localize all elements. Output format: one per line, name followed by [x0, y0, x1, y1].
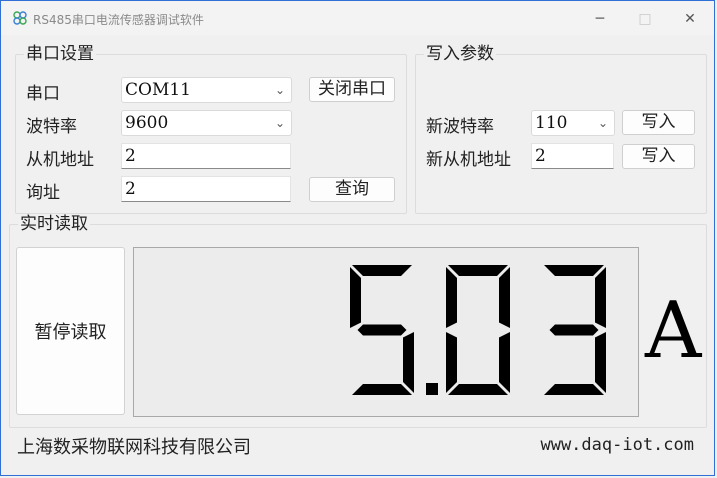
- segment-a: [352, 265, 412, 276]
- unit-label: A: [645, 286, 702, 376]
- segment-d: [448, 384, 508, 395]
- new-baud-select[interactable]: 110 ⌄: [531, 110, 615, 136]
- segment-g: [357, 324, 407, 336]
- new-slave-address-label: 新从机地址: [426, 150, 511, 170]
- website-link[interactable]: www.daq-iot.com: [540, 435, 694, 455]
- app-window: RS485串口电流传感器调试软件 ─ □ ✕ 串口设置 串口 COM11 ⌄ 关…: [0, 0, 715, 476]
- segment-e: [446, 332, 457, 393]
- chevron-down-icon: ⌄: [274, 83, 285, 97]
- new-baud-label: 新波特率: [426, 117, 494, 137]
- write-baud-button[interactable]: 写入: [622, 110, 695, 135]
- pause-read-button[interactable]: 暂停读取: [16, 247, 125, 415]
- realtime-read-legend: 实时读取: [20, 214, 88, 234]
- write-params-legend: 写入参数: [426, 44, 494, 64]
- query-address-label: 询址: [26, 183, 60, 203]
- segment-b: [595, 267, 606, 328]
- port-select-value: COM11: [125, 80, 191, 100]
- write-slave-button[interactable]: 写入: [622, 144, 695, 169]
- segment-c: [403, 332, 414, 393]
- decimal-point: [426, 383, 438, 395]
- segment-g: [549, 324, 599, 336]
- maximize-button[interactable]: □: [635, 9, 655, 29]
- title-bar[interactable]: RS485串口电流传感器调试软件 ─ □ ✕: [1, 1, 714, 35]
- baud-label: 波特率: [26, 117, 77, 137]
- baud-select-value: 9600: [125, 113, 169, 133]
- segment-c: [595, 332, 606, 393]
- close-port-button[interactable]: 关闭串口: [309, 77, 395, 102]
- query-address-input[interactable]: 2: [121, 176, 291, 202]
- baud-select[interactable]: 9600 ⌄: [121, 110, 292, 136]
- segment-d: [352, 384, 412, 395]
- serial-settings-legend: 串口设置: [26, 44, 94, 64]
- segment-readout: [350, 265, 606, 395]
- segment-d: [544, 384, 604, 395]
- port-label: 串口: [26, 84, 60, 104]
- window-title: RS485串口电流传感器调试软件: [33, 13, 204, 27]
- new-slave-address-input[interactable]: 2: [531, 143, 614, 169]
- port-select[interactable]: COM11 ⌄: [121, 77, 292, 103]
- chevron-down-icon: ⌄: [597, 116, 608, 130]
- segment-a: [448, 265, 508, 276]
- app-logo-icon: [13, 11, 27, 25]
- close-window-button[interactable]: ✕: [680, 9, 700, 29]
- segment-c: [499, 332, 510, 393]
- slave-address-input[interactable]: 2: [121, 143, 291, 169]
- segment-a: [544, 265, 604, 276]
- minimize-button[interactable]: ─: [590, 9, 610, 29]
- new-baud-select-value: 110: [535, 113, 568, 133]
- chevron-down-icon: ⌄: [274, 116, 285, 130]
- segment-b: [499, 267, 510, 328]
- slave-address-label: 从机地址: [26, 150, 94, 170]
- segment-f: [350, 267, 361, 328]
- seven-segment-display: [133, 247, 639, 417]
- query-button[interactable]: 查询: [309, 177, 395, 202]
- segment-f: [446, 267, 457, 328]
- company-name: 上海数采物联网科技有限公司: [17, 437, 251, 458]
